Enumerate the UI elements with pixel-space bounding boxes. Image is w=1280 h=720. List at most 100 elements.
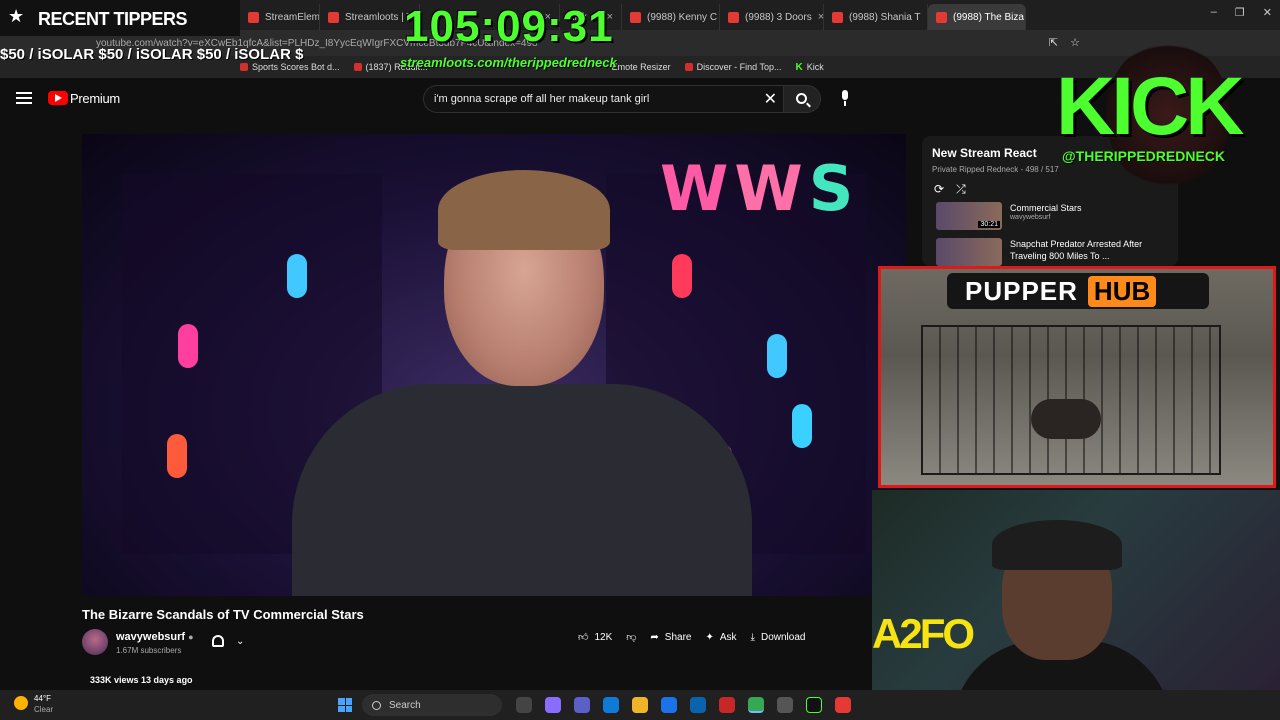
window-close-icon[interactable]: ✕ — [1263, 6, 1272, 19]
kick-handle: @THERIPPEDREDNECK — [1062, 148, 1226, 164]
streamloots-url: streamloots.com/therippedredneck — [400, 55, 617, 70]
streamer-hat — [992, 520, 1122, 570]
verified-icon: ● — [188, 632, 194, 642]
favicon — [248, 11, 259, 23]
playlist-controls: ⟳ ⤮ — [934, 182, 966, 197]
outlook-icon[interactable] — [690, 697, 706, 713]
like-button[interactable]: 👍︎ 12K — [578, 631, 612, 644]
star-icon: ★ — [8, 6, 25, 26]
tipper-ticker: $50 / iSOLAR $50 / iSOLAR $50 / iSOLAR $ — [0, 46, 304, 63]
lava-lamp — [792, 404, 812, 448]
loop-icon[interactable]: ⟳ — [934, 182, 944, 197]
tab-label: StreamElement — [265, 11, 320, 23]
channel-avatar[interactable] — [82, 629, 108, 655]
tab-youtube-3doors[interactable]: (9988) 3 Doors × — [720, 4, 824, 30]
view-count: 333K views 13 days ago — [90, 675, 193, 685]
download-button[interactable]: ⤓ Download — [751, 632, 806, 643]
ask-button[interactable]: ✦ Ask — [705, 632, 736, 643]
wws-neon-sign: WWS — [660, 152, 860, 225]
thumbs-up-icon: 👍︎ — [578, 632, 589, 643]
gta-icon[interactable] — [835, 697, 851, 713]
stream-app-icon[interactable] — [806, 697, 822, 713]
lava-lamp — [167, 434, 187, 478]
obs-icon[interactable] — [719, 697, 735, 713]
yellow-sign: A2FO — [872, 610, 975, 657]
kick-icon: K — [795, 61, 803, 73]
search-button[interactable] — [783, 85, 821, 113]
file-explorer-icon[interactable] — [632, 697, 648, 713]
maximize-icon[interactable]: ❐ — [1235, 6, 1245, 19]
tab-youtube-active[interactable]: (9988) The Biza × — [928, 4, 1026, 30]
youtube-favicon — [728, 11, 739, 23]
taskbar-search[interactable]: Search — [362, 694, 502, 716]
store-icon[interactable] — [661, 697, 677, 713]
search-input[interactable]: i'm gonna scrape off all her makeup tank… — [423, 85, 783, 113]
thumbs-down-icon: 👎︎ — [626, 632, 637, 643]
tab-label: Streamloots | T — [345, 11, 413, 23]
subscriber-count: 1.67M subscribers — [116, 646, 182, 655]
kick-logo: KICK — [1056, 61, 1244, 152]
minimize-icon[interactable]: – — [1211, 6, 1217, 19]
subathon-timer: 105:09:31 — [404, 2, 614, 51]
pupper-hub-cam: PUPPER HUB — [878, 266, 1276, 488]
address-bar-icons: ⇱ ☆ — [1049, 36, 1080, 49]
video-thumbnail — [936, 238, 1002, 266]
edge-icon[interactable] — [603, 697, 619, 713]
youtube-logo-icon[interactable] — [48, 91, 68, 105]
lava-lamp — [287, 254, 307, 298]
youtube-favicon — [630, 11, 641, 23]
playlist-item[interactable]: 30:21 Commercial Stars wavywebsurf — [936, 202, 1170, 230]
bookmark-emote-resizer[interactable]: Emote Resizer — [612, 62, 671, 72]
clear-icon[interactable]: ✕ — [764, 89, 777, 109]
sparkle-icon: ✦ — [705, 631, 714, 643]
recent-tippers-overlay: ★ RECENT TIPPERS — [0, 0, 240, 36]
bookmark-star-icon[interactable]: ☆ — [1070, 36, 1080, 49]
video-actions: 👍︎ 12K 👎︎ ➦ Share ✦ Ask ⤓ Download — [578, 631, 806, 644]
youtube-premium-label[interactable]: Premium — [70, 91, 120, 106]
share-button[interactable]: ➦ Share — [650, 632, 691, 643]
chevron-down-icon[interactable]: ⌄ — [236, 636, 244, 647]
teams-icon[interactable] — [574, 697, 590, 713]
bookmark-discover[interactable]: Discover - Find Top... — [684, 62, 782, 72]
youtube-favicon — [832, 11, 843, 23]
channel-name[interactable]: wavywebsurf ● — [116, 631, 194, 643]
windows-taskbar: 44°F Clear Search — [0, 690, 1280, 720]
tab-youtube-kenny[interactable]: (9988) Kenny C × — [622, 4, 720, 30]
dog — [1031, 399, 1101, 439]
menu-icon[interactable] — [16, 92, 32, 104]
search-icon — [372, 700, 381, 710]
bookmark-icon — [684, 63, 693, 71]
window-controls: – ❐ ✕ — [1211, 6, 1272, 19]
lava-lamp — [178, 324, 198, 368]
tab-streamelements[interactable]: StreamElement × — [240, 4, 320, 30]
share-icon: ➦ — [650, 631, 659, 643]
chrome-icon[interactable] — [748, 697, 764, 713]
windows-start-icon[interactable] — [338, 698, 352, 712]
cast-icon[interactable]: ⇱ — [1049, 36, 1058, 49]
app-icon[interactable] — [777, 697, 793, 713]
bell-icon[interactable] — [212, 635, 224, 647]
tab-label: (9988) Shania T — [849, 11, 921, 23]
search-query: i'm gonna scrape off all her makeup tank… — [434, 93, 650, 105]
lava-lamp — [672, 254, 692, 298]
video-title: The Bizarre Scandals of TV Commercial St… — [82, 607, 364, 622]
weather-icon — [14, 696, 28, 710]
search-icon — [796, 93, 807, 104]
pupper-hub-banner: PUPPER HUB — [947, 273, 1209, 309]
taskbar-apps — [516, 697, 851, 713]
dislike-button[interactable]: 👎︎ — [626, 631, 636, 643]
tab-label: (9988) 3 Doors — [745, 11, 812, 23]
copilot-icon[interactable] — [545, 697, 561, 713]
presenter-hair — [438, 170, 610, 250]
playlist-item[interactable]: Snapchat Predator Arrested After Traveli… — [936, 238, 1170, 266]
shuffle-icon[interactable]: ⤮ — [956, 182, 966, 197]
video-player[interactable]: WWS — [82, 134, 906, 596]
task-view-icon[interactable] — [516, 697, 532, 713]
bookmark-kick[interactable]: K Kick — [796, 62, 824, 73]
playlist-title[interactable]: New Stream React — [932, 146, 1037, 160]
microphone-icon[interactable] — [840, 90, 850, 106]
favicon — [328, 11, 339, 23]
tab-youtube-shania[interactable]: (9988) Shania T × — [824, 4, 928, 30]
tab-label: (9988) The Biza — [953, 11, 1024, 23]
lava-lamp — [767, 334, 787, 378]
